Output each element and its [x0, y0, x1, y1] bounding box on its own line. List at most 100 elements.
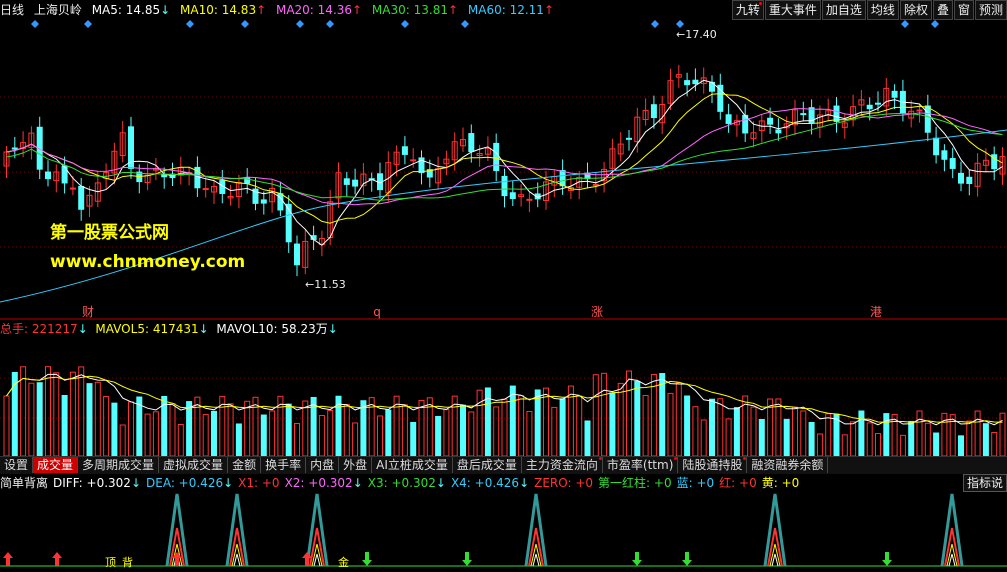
- candle-body: [559, 170, 566, 187]
- candle-body: [650, 104, 657, 119]
- tab-4[interactable]: 金额: [228, 457, 262, 473]
- tab-8[interactable]: AI立桩成交量: [372, 457, 453, 473]
- candle-body: [891, 90, 898, 98]
- volume-bar: [966, 420, 973, 456]
- volume-bar: [61, 394, 68, 456]
- toolbar-button-3[interactable]: 均线: [866, 0, 899, 20]
- indicator-tabbar: 设置 成交量 多周期成交量 虚拟成交量 金额 换手率 内盘 外盘 AI立桩成交量 盘后成交量 主力资…: [0, 456, 1007, 474]
- volume-bar: [825, 413, 832, 456]
- candle-body: [933, 137, 940, 156]
- volume-bar: [518, 395, 525, 456]
- period-label[interactable]: 日线: [0, 3, 24, 17]
- event-marker[interactable]: q: [373, 305, 381, 319]
- volume-bar: [949, 414, 956, 456]
- candle-body: [692, 79, 699, 85]
- tab-5[interactable]: 换手率: [261, 457, 307, 473]
- high-price-label: ←17.40: [676, 28, 717, 41]
- volume-bar: [692, 406, 699, 456]
- signal-diamond: [676, 20, 684, 28]
- volume-bar: [45, 366, 51, 456]
- tab-12[interactable]: 陆股通持股: [678, 457, 748, 473]
- candle-body: [526, 198, 533, 201]
- toolbar-button-7[interactable]: 预测: [974, 0, 1007, 20]
- volume-bar: [634, 380, 641, 456]
- indicator-item-1: DEA: +0.426↓: [146, 476, 234, 490]
- divergence-spike-white: [771, 553, 779, 567]
- volume-bar: [360, 400, 367, 456]
- divergence-label: 金: [338, 555, 349, 569]
- volume-bar: [385, 409, 392, 456]
- sell-arrow-icon: [682, 552, 692, 566]
- indicator-item-7: 第一红柱: +0: [598, 476, 672, 490]
- volume-bar: [443, 409, 450, 456]
- event-marker[interactable]: 港: [870, 305, 882, 319]
- volume-bar: [667, 392, 674, 456]
- volume-bar: [875, 433, 881, 456]
- ma10-item: MA10: 14.83↑: [180, 3, 267, 17]
- tab-2[interactable]: 多周期成交量: [78, 457, 160, 473]
- volume-bar: [866, 422, 873, 456]
- volume-bar: [576, 395, 583, 456]
- tab-3[interactable]: 虚拟成交量: [159, 457, 229, 473]
- tab-dot: [743, 457, 747, 460]
- toolbar-button-5[interactable]: 叠: [932, 0, 953, 20]
- volume-bar: [850, 421, 857, 456]
- tab-9[interactable]: 盘后成交量: [453, 457, 522, 473]
- volume-bar: [800, 410, 807, 456]
- tab-13[interactable]: 融资融券余额: [747, 457, 829, 473]
- toolbar-button-1[interactable]: 重大事件: [764, 0, 821, 20]
- divergence-indicator-chart[interactable]: 顶背 金: [0, 492, 1007, 572]
- volume-bar: [94, 381, 101, 456]
- tab-0[interactable]: 设置: [0, 457, 34, 473]
- volume-bar: [775, 398, 782, 456]
- volume-bar: [709, 398, 715, 456]
- volume-bar: [285, 403, 292, 456]
- volume-chart[interactable]: [0, 338, 1007, 456]
- volume-bar: [169, 402, 176, 456]
- tab-1[interactable]: 成交量: [33, 457, 79, 473]
- volume-bar: [343, 403, 350, 456]
- event-marker[interactable]: 财: [82, 305, 94, 319]
- volume-bar: [128, 401, 134, 456]
- volume-bar: [974, 410, 981, 456]
- volume-bar: [310, 396, 317, 456]
- signal-diamond: [241, 20, 249, 28]
- notification-dot: [758, 2, 762, 5]
- volume-bar: [211, 410, 217, 456]
- indicator-item-6: ZERO: +0: [534, 476, 594, 490]
- sell-arrow-icon: [632, 552, 642, 566]
- toolbar-button-2[interactable]: 加自选: [821, 0, 866, 20]
- tab-6[interactable]: 内盘: [306, 457, 340, 473]
- volume-bar: [617, 382, 624, 456]
- candle-body: [775, 129, 782, 134]
- volume-bar: [908, 420, 915, 456]
- tab-7[interactable]: 外盘: [339, 457, 373, 473]
- candle-body: [767, 117, 774, 125]
- sell-arrow-icon: [462, 552, 472, 566]
- volume-bar: [302, 400, 309, 456]
- tab-10[interactable]: 主力资金流向: [522, 457, 603, 473]
- candle-body: [294, 243, 300, 266]
- volume-bar: [144, 413, 151, 456]
- tab-11[interactable]: 市盈率(ttm): [603, 457, 679, 473]
- volume-bar: [808, 421, 815, 456]
- ma5-item: MA5: 14.85↓: [91, 3, 171, 17]
- volume-bar: [352, 422, 359, 456]
- toolbar-button-0[interactable]: 九转: [731, 0, 764, 20]
- candlestick-chart[interactable]: ←17.40 ←11.53 财 q 涨 港: [0, 20, 1007, 320]
- toolbar-button-6[interactable]: 窗: [953, 0, 974, 20]
- volume-bar: [69, 371, 76, 456]
- toolbar-button-4[interactable]: 除权: [899, 0, 932, 20]
- volume-bar: [252, 396, 259, 456]
- volume-bar: [717, 398, 724, 456]
- signal-diamond: [31, 20, 39, 28]
- indicator-item-4: X3: +0.302↓: [367, 476, 446, 490]
- event-marker[interactable]: 涨: [591, 304, 603, 319]
- indicator-help-button[interactable]: 指标说: [962, 474, 1007, 492]
- candle-body: [949, 158, 956, 169]
- divergence-spike-white: [313, 553, 321, 567]
- candle-body: [626, 137, 632, 140]
- ma-legend: 日线 上海贝岭 MA5: 14.85↓ MA10: 14.83↑ MA20: 1…: [0, 0, 560, 20]
- volume-bar: [327, 410, 334, 456]
- indicator-item-2: X1: +0: [238, 476, 280, 490]
